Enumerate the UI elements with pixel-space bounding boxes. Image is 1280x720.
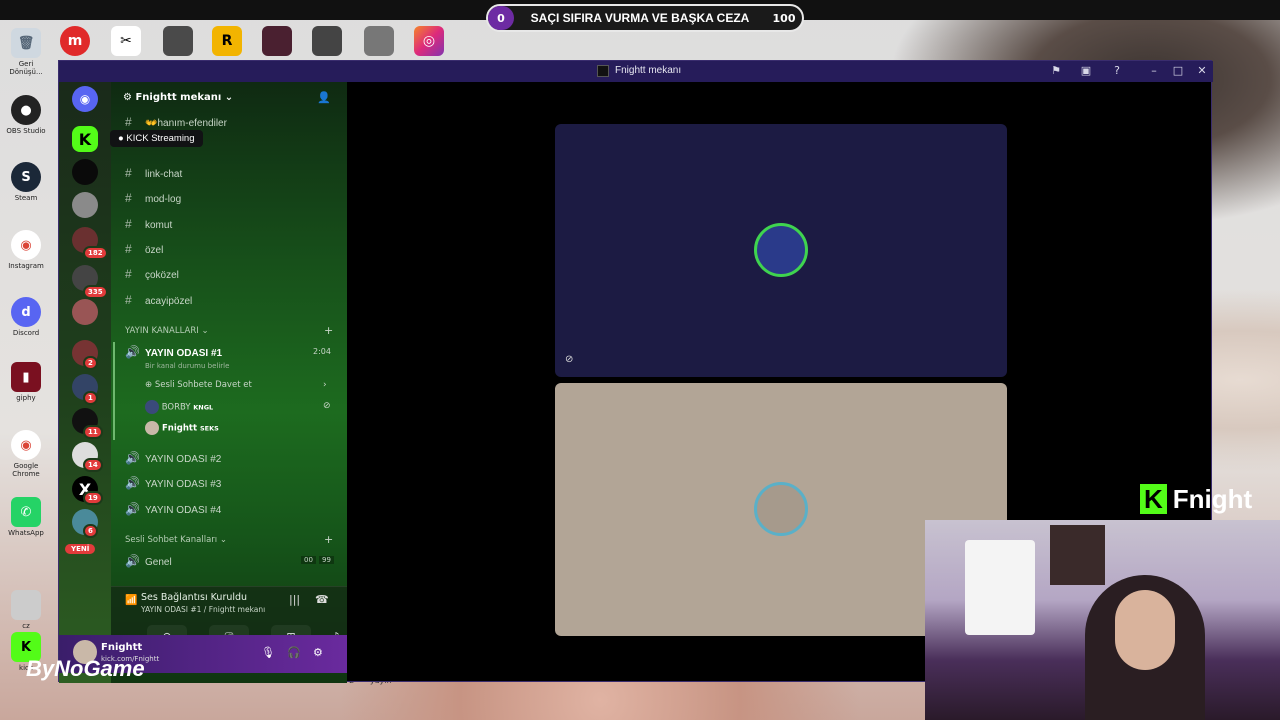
channel-cokozel[interactable]: # çoközel (125, 267, 179, 281)
poll-right-count: 100 (772, 11, 796, 25)
discord-desktop-icon[interactable]: d Discord (6, 297, 46, 337)
instagram-desktop-icon[interactable]: ◉ Instagram (6, 230, 46, 270)
voice-member-fnightt[interactable]: Fnightt SEKS (145, 421, 219, 435)
chevron-right-icon: › (323, 380, 327, 390)
unread-badge: 2 (83, 356, 98, 370)
noise-suppression-icon[interactable]: ||| (289, 593, 300, 606)
close-button[interactable]: ✕ (1193, 63, 1211, 79)
channel-yayin-odasi-2[interactable]: 🔊 YAYIN ODASI #2 (125, 451, 221, 465)
flag-icon[interactable]: ⚑ (1047, 63, 1065, 79)
add-channel-icon[interactable]: + (324, 324, 333, 337)
channel-yayin-odasi-1[interactable]: 🔊 YAYIN ODASI #1 (125, 345, 222, 359)
user-name: Fnightt (101, 642, 143, 653)
video-tile-borby[interactable]: ⊘ (555, 124, 1007, 377)
unread-badge: 11 (83, 425, 103, 439)
poster-decoration (1050, 525, 1105, 585)
game-icon-1[interactable] (163, 26, 193, 56)
category-yayin-kanallari[interactable]: YAYIN KANALLARI ⌄ (125, 326, 209, 336)
recycle-bin-icon[interactable]: 🗑 Geri Dönüşü... (6, 28, 46, 76)
active-indicator (113, 342, 115, 440)
server-header[interactable]: ⚙ Fnightt mekanı ⌄ (123, 92, 233, 103)
new-badge: YENİ (65, 544, 96, 554)
kick-watermark: K Fnight (1140, 484, 1252, 515)
server-name: Fnightt mekanı (135, 92, 222, 103)
voice-status: Ses Bağlantısı Kuruldu (141, 592, 248, 603)
unread-badge: 335 (83, 285, 108, 299)
channel-ozel[interactable]: # özel (125, 242, 163, 256)
channel-link-chat[interactable]: # link-chat (125, 166, 182, 180)
window-title: Fnightt mekanı (615, 65, 682, 76)
channel-status[interactable]: Bir kanal durumu belirle (145, 362, 229, 370)
instagram-icon[interactable]: ◎ (414, 26, 444, 56)
streamer-face (1115, 590, 1175, 670)
invite-to-voice[interactable]: ⊕ Sesli Sohbete Davet et (145, 380, 252, 390)
help-icon[interactable]: ? (1108, 63, 1126, 79)
category-sesli-sohbet[interactable]: Sesli Sohbet Kanalları ⌄ (125, 535, 227, 545)
cz-icon[interactable]: cz (6, 590, 46, 630)
headset-icon[interactable]: 🎧 (287, 646, 301, 659)
unread-badge: 19 (83, 491, 103, 505)
game-icon-4[interactable] (364, 26, 394, 56)
channel-yayin-odasi-4[interactable]: 🔊 YAYIN ODASI #4 (125, 502, 221, 516)
unread-badge: 1 (83, 391, 98, 405)
steam-icon[interactable]: S Steam (6, 162, 46, 202)
participant-avatar (754, 223, 808, 277)
poll-bar: 0 SAÇI SIFIRA VURMA VE BAŞKA CEZA 100 (486, 4, 804, 32)
game-icon-2[interactable] (262, 26, 292, 56)
participant-avatar (754, 482, 808, 536)
bynogame-watermark: ByNoGame (26, 656, 145, 681)
webcam-overlay (925, 520, 1280, 720)
inbox-icon[interactable]: ▣ (1077, 63, 1095, 79)
unread-badge: 6 (83, 524, 98, 538)
server-kick-streaming[interactable]: K (72, 126, 98, 152)
server-6[interactable] (72, 299, 98, 325)
server-2[interactable] (72, 159, 98, 185)
channel-komut[interactable]: # komut (125, 217, 172, 231)
voice-detail[interactable]: YAYIN ODASI #1 / Fnightt mekanı (141, 605, 265, 614)
capcut-icon[interactable]: ✂ (111, 26, 141, 56)
channel-acayipozel[interactable]: # acayipözel (125, 293, 192, 307)
chrome-icon[interactable]: ◉ Google Chrome (6, 430, 46, 478)
channel-panel: ⚙ Fnightt mekanı ⌄ 👤 # 👐hanım-efendiler #… (111, 82, 347, 683)
signal-icon[interactable]: 📶 (125, 595, 137, 606)
whatsapp-icon[interactable]: ✆ WhatsApp (6, 497, 46, 537)
disconnect-icon[interactable]: ☎ (315, 593, 329, 606)
add-voice-channel-icon[interactable]: + (324, 533, 333, 546)
muted-icon: ⊘ (323, 401, 331, 411)
discord-home-icon[interactable]: ◉ (72, 86, 98, 112)
channel-hanim-efendiler[interactable]: # 👐hanım-efendiler (125, 115, 227, 129)
add-member-icon[interactable]: 👤 (317, 91, 331, 104)
muted-icon: ⊘ (565, 354, 574, 365)
poll-title: SAÇI SIFIRA VURMA VE BAŞKA CEZA (530, 11, 750, 25)
jersey-decoration (965, 540, 1035, 635)
minimize-button[interactable]: – (1145, 63, 1163, 79)
server-tooltip: ● KICK Streaming (110, 130, 203, 147)
obs-icon[interactable]: ● OBS Studio (6, 95, 46, 135)
genel-count-2: 99 (319, 556, 334, 564)
voice-timer: 2:04 (313, 347, 331, 356)
server-icon-small (597, 65, 609, 77)
channel-mod-log[interactable]: # mod-log (125, 191, 181, 205)
settings-gear-icon[interactable]: ⚙ (313, 646, 323, 659)
server-rail: ◉ K 182 335 2 1 11 14 X 19 6 YENİ (59, 82, 111, 683)
title-bar: Fnightt mekanı ⚑ ▣ ? – □ ✕ (59, 61, 1213, 82)
maximize-button[interactable]: □ (1169, 63, 1187, 79)
microphone-icon[interactable]: 🎙 (261, 646, 275, 659)
rockstar-icon[interactable]: R (212, 26, 242, 56)
poll-left-count: 0 (488, 6, 514, 30)
channel-yayin-odasi-3[interactable]: 🔊 YAYIN ODASI #3 (125, 476, 221, 490)
app-icon-1[interactable]: m (60, 26, 90, 56)
giphy-icon[interactable]: ▮ giphy (6, 362, 46, 402)
server-3[interactable] (72, 192, 98, 218)
genel-count-1: 00 (301, 556, 316, 564)
channel-genel[interactable]: 🔊 Genel (125, 554, 172, 568)
unread-badge: 14 (83, 458, 103, 472)
voice-member-borby[interactable]: BORBY KNGL (145, 400, 213, 414)
game-icon-3[interactable] (312, 26, 342, 56)
unread-badge: 182 (83, 246, 108, 260)
